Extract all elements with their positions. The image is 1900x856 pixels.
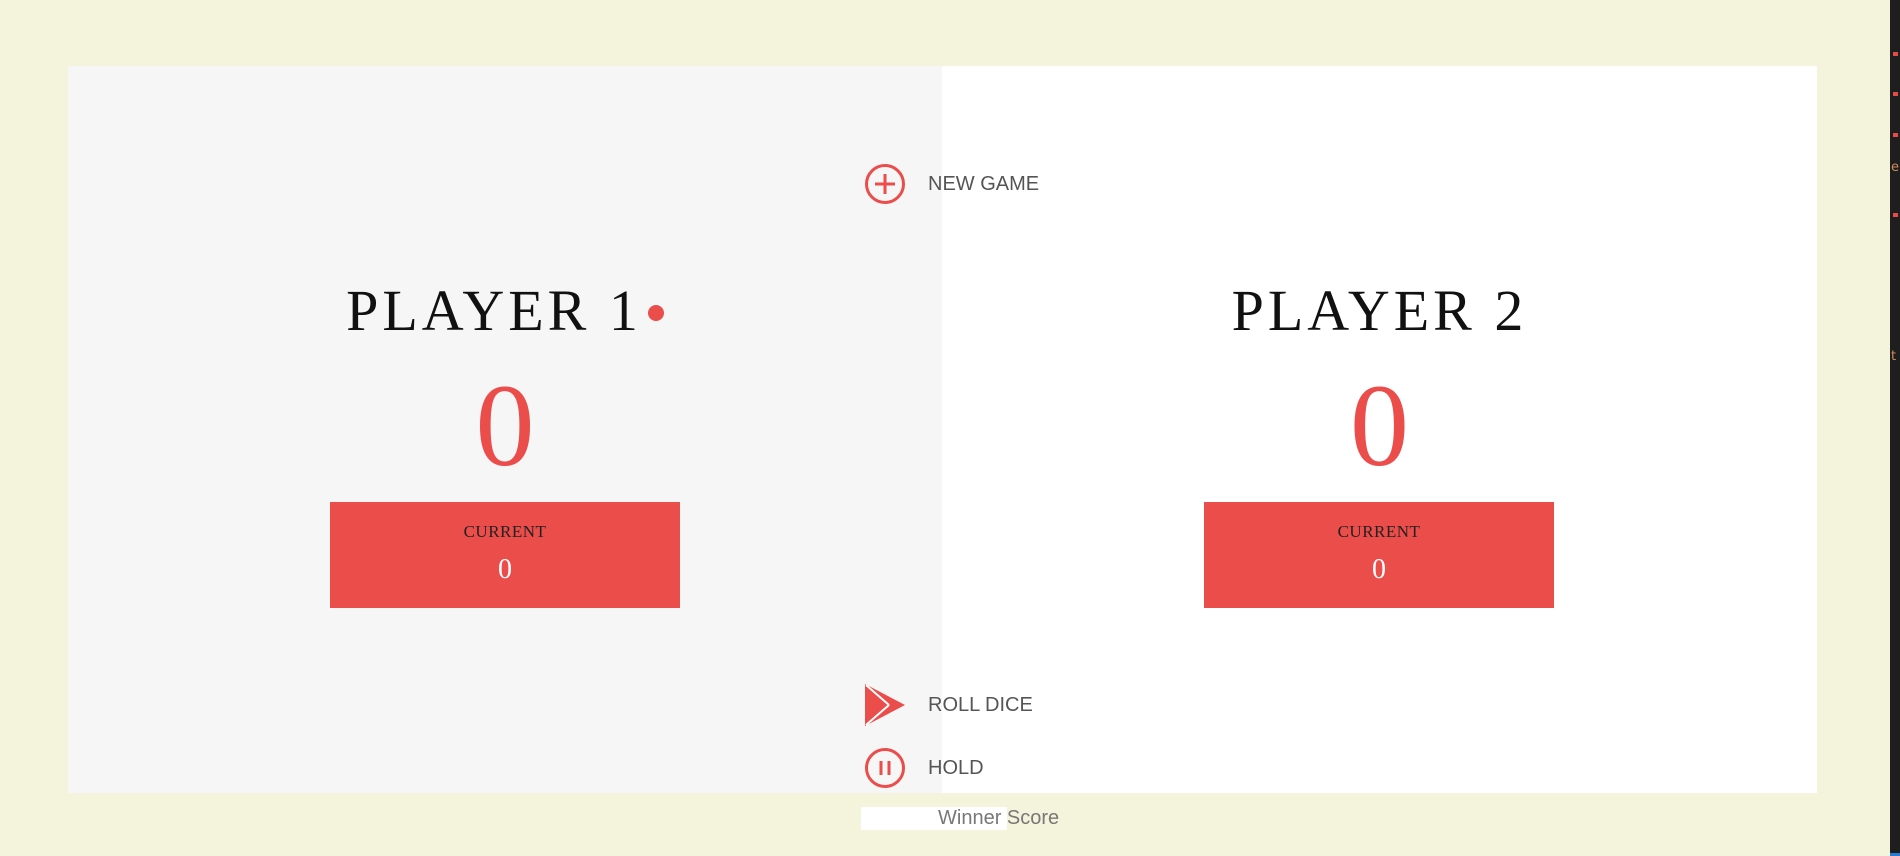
player-2-name-row: PLAYER 2 [942, 281, 1817, 341]
page-background: PLAYER 1 0 CURRENT 0 PLAYER 2 0 CURRENT … [0, 0, 1890, 856]
edge-marker [1893, 213, 1898, 217]
player-2-panel: PLAYER 2 0 CURRENT 0 [942, 66, 1817, 793]
player-2-current-box: CURRENT 0 [1204, 502, 1554, 608]
player-2-current-label: CURRENT [1337, 522, 1421, 541]
new-game-button[interactable]: NEW GAME [864, 163, 1039, 205]
player-1-score: 0 [475, 360, 535, 491]
player-1-current-box: CURRENT 0 [330, 502, 680, 608]
player-1-panel: PLAYER 1 0 CURRENT 0 [68, 66, 942, 793]
game-board: PLAYER 1 0 CURRENT 0 PLAYER 2 0 CURRENT … [68, 66, 1817, 830]
edge-marker [1893, 52, 1898, 56]
player-2-name: PLAYER 2 [1231, 278, 1528, 343]
play-triangle-icon [864, 684, 906, 726]
player-1-name-row: PLAYER 1 [68, 281, 942, 341]
new-game-label: NEW GAME [928, 172, 1040, 195]
hold-button[interactable]: HOLD [864, 747, 984, 789]
roll-dice-label: ROLL DICE [928, 693, 1033, 716]
edge-marker [1893, 92, 1898, 96]
player-1-current-label: CURRENT [463, 522, 547, 541]
player-1-current-score: 0 [498, 554, 512, 585]
right-edge-strip: e t [1890, 0, 1900, 856]
pause-circle-icon [864, 747, 906, 789]
edge-glyph: e [1891, 160, 1899, 175]
active-player-indicator-icon [647, 304, 664, 321]
hold-label: HOLD [928, 756, 984, 779]
edge-glyph: t [1891, 349, 1897, 364]
player-1-name: PLAYER 1 [346, 278, 642, 343]
player-2-score: 0 [1350, 360, 1409, 491]
roll-dice-button[interactable]: ROLL DICE [864, 684, 1033, 726]
player-2-current-score: 0 [1372, 554, 1386, 585]
edge-marker [1893, 133, 1898, 137]
winner-score-input[interactable] [861, 807, 1061, 830]
plus-circle-icon [864, 163, 906, 205]
